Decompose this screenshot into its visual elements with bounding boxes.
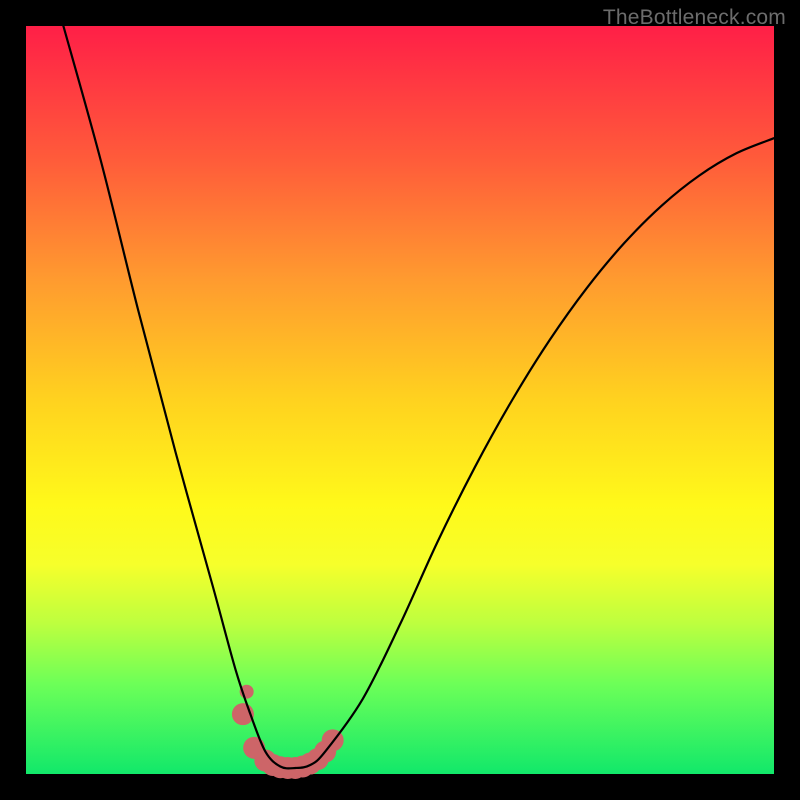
chart-svg [26, 26, 774, 774]
chart-frame: TheBottleneck.com [0, 0, 800, 800]
bottleneck-curve-line [63, 26, 774, 768]
highlight-dots-layer [232, 685, 344, 779]
plot-area [26, 26, 774, 774]
